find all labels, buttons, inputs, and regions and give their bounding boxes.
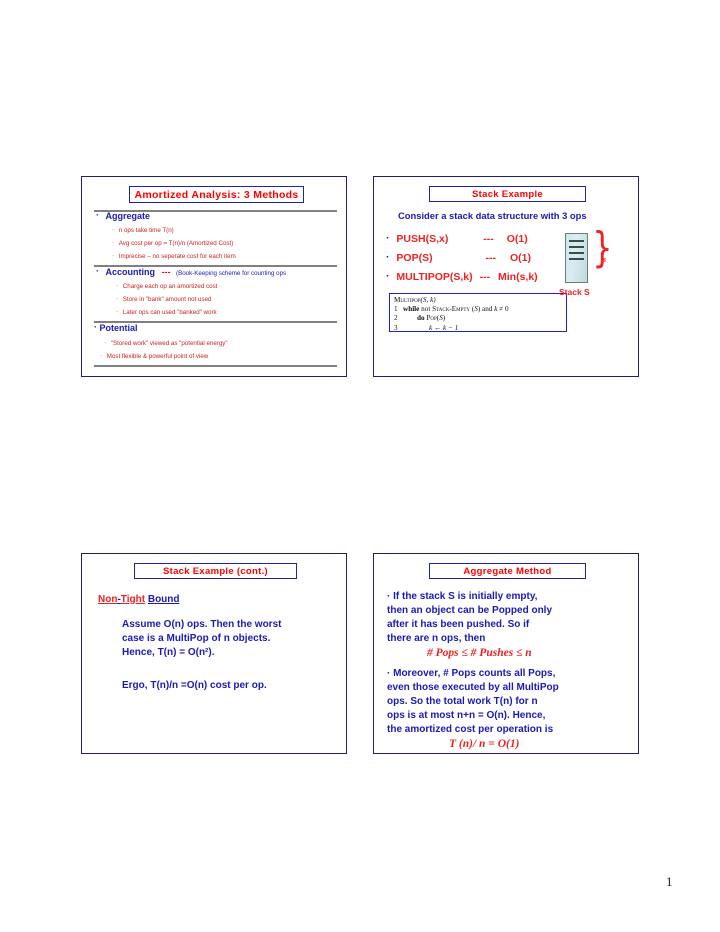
formula-pops-pushes: # Pops ≤ # Pushes ≤ n [427, 647, 532, 659]
conclusion-text: Ergo, T(n)/n =O(n) cost per op. [122, 680, 267, 691]
op-pop-cost: O(1) [509, 252, 531, 264]
op-push-name: PUSH(S,x) [396, 233, 449, 245]
slide1-title: Amortized Analysis: 3 Methods [134, 188, 299, 201]
stack-graphic: } s Stack S [556, 227, 634, 309]
op-push-row: · PUSH(S,x) --- O(1) [386, 232, 528, 245]
slide-stack-example-cont: Stack Example (cont.) Non-Tight Bound As… [81, 553, 347, 754]
multipop-pseudocode-box: Multipop(S, k) 1 while not Stack-Empty (S… [389, 293, 567, 332]
code-line-number: 2 [394, 314, 398, 323]
bullet-dot: · [94, 322, 97, 332]
bullet-dot: · [100, 352, 103, 359]
stack-item-bar [569, 246, 584, 248]
formula-amortized-cost: T (n)/ n = O(1) [449, 738, 520, 750]
accounting-bullet-3: · Later ops can used "banked" work [116, 308, 217, 316]
non-tight-bound-heading: Non-Tight Bound [98, 594, 180, 605]
slide3-title: Stack Example (cont.) [162, 565, 269, 577]
aggregate-bullet-1: · n ops take time T(n) [112, 226, 174, 234]
conclusion-line: Ergo, T(n)/n =O(n) cost per op. [122, 680, 267, 691]
code-line-text: do Pop(S) [417, 314, 446, 323]
agg-para1-line4: there are n ops, then [387, 633, 486, 644]
code-line-1: 1 while not Stack-Empty (S) and k ≠ 0 [394, 305, 562, 314]
code-line-number: 3 [394, 323, 398, 332]
agg-para2-line3: ops. So the total work T(n) for n [387, 696, 538, 707]
section-potential-heading: · Potential [94, 322, 138, 333]
section-aggregate-heading: · Aggregate [96, 210, 151, 221]
bullet-dot: · [116, 295, 119, 302]
page-number: 1 [666, 874, 673, 889]
agg-para2-line2: even those executed by all MultiPop [387, 682, 559, 693]
agg-para2-line5: the amortized cost per operation is [387, 724, 554, 735]
word-tight: Tight [120, 594, 146, 605]
bullet-dot: · [112, 239, 115, 246]
bullet-dot: · [386, 270, 390, 282]
bullet-dot: · [116, 308, 119, 315]
aggregate-bullet-2: · Avg cost per op = T(n)/n (Amortized Co… [112, 239, 234, 247]
op-pop-name: POP(S) [396, 252, 433, 264]
body-line-2-text: case is a MultiPop of n objects. [122, 633, 271, 644]
stack-item-bar [569, 252, 584, 254]
stack-brace-label: s [603, 255, 607, 264]
body-line-1: Assume O(n) ops. Then the worst [122, 619, 281, 630]
slide-aggregate-method: Aggregate Method · If the stack S is ini… [373, 553, 639, 754]
bullet-dot: · [116, 282, 119, 289]
agg-para2-line1: · Moreover, # Pops counts all Pops, [387, 668, 556, 679]
word-bound: Bound [147, 594, 180, 605]
op-multipop-cost: Min(s,k) [498, 271, 538, 283]
code-signature-args: (S, k) [420, 296, 436, 304]
stack-intro-text: Consider a stack data structure with 3 o… [398, 210, 587, 221]
body-line-2: case is a MultiPop of n objects. [122, 633, 270, 644]
op-push-cost: O(1) [506, 233, 528, 245]
bullet-dot: · [112, 226, 115, 233]
body-line-1-text: Assume O(n) ops. Then the worst [122, 619, 282, 630]
agg-para1-line1: · If the stack S is initially empty, [387, 591, 538, 602]
accounting-bullet-1: · Charge each op an amortized cost [116, 282, 218, 290]
body-line-3-text: Hence, T(n) = O(n²). [122, 647, 215, 658]
op-pop-row: · POP(S) --- O(1) [386, 251, 531, 264]
op-multipop-row: · MULTIPOP(S,k) --- Min(s,k) [386, 270, 538, 283]
accounting-dashes: --- [161, 267, 171, 277]
bullet-dot: · [96, 210, 99, 220]
slide4-title: Aggregate Method [463, 565, 552, 577]
agg-para1-line3: after it has been pushed. So if [387, 619, 530, 630]
stack-item-bar [569, 240, 584, 242]
potential-bullet-2: · Most flexible & powerful point of view [100, 352, 209, 360]
code-line-number: 1 [394, 305, 398, 314]
bullet-dot: · [386, 251, 390, 263]
code-line-2: 2 do Pop(S) [394, 314, 562, 323]
op-multipop-dashes: --- [479, 271, 491, 283]
op-push-dashes: --- [483, 233, 494, 245]
section-accounting-heading: · Accounting --- (Book-Keeping scheme fo… [96, 266, 287, 277]
agg-para2-line4: ops is at most n+n = O(n). Hence, [387, 710, 546, 721]
slide2-title: Stack Example [472, 188, 543, 200]
code-line-text: while not Stack-Empty (S) and k ≠ 0 [403, 305, 509, 314]
code-signature: Multipop(S, k) [394, 296, 562, 305]
aggregate-bullet-3: · Imprecise – no seperate cost for each … [112, 252, 236, 260]
slide-amortized-analysis: Amortized Analysis: 3 Methods · Aggregat… [81, 176, 347, 377]
divider-4 [94, 365, 337, 367]
op-pop-dashes: --- [485, 252, 497, 264]
stack-item-bar [569, 258, 584, 261]
bullet-dot: · [96, 266, 99, 276]
slide3-title-box: Stack Example (cont.) [134, 563, 297, 579]
accounting-bullet-2: · Store in "bank" amount not used [116, 295, 212, 303]
code-line-text: k ← k − 1 [429, 323, 459, 332]
code-line-3: 3 k ← k − 1 [394, 323, 562, 332]
word-non: Non [98, 594, 118, 605]
slide1-title-box: Amortized Analysis: 3 Methods [129, 186, 304, 203]
accounting-note: (Book-Keeping scheme for counting ops [176, 270, 287, 277]
slide2-title-box: Stack Example [429, 186, 586, 202]
stack-caption: Stack S [559, 287, 590, 297]
agg-para1-line2: then an object can be Popped only [387, 605, 553, 616]
bullet-dot: · [104, 339, 107, 346]
slide-stack-example: Stack Example Consider a stack data stru… [373, 176, 639, 377]
bullet-dot: · [112, 252, 115, 259]
body-line-3: Hence, T(n) = O(n²). [122, 647, 215, 658]
potential-bullet-1: · "Stored work" viewed as "potential ene… [104, 339, 228, 347]
bullet-dot: · [386, 232, 390, 244]
slide4-title-box: Aggregate Method [429, 563, 586, 579]
op-multipop-name: MULTIPOP(S,k) [396, 271, 473, 283]
code-signature-name: Multipop [394, 296, 421, 304]
slide-handout-page: Amortized Analysis: 3 Methods · Aggregat… [0, 0, 720, 932]
